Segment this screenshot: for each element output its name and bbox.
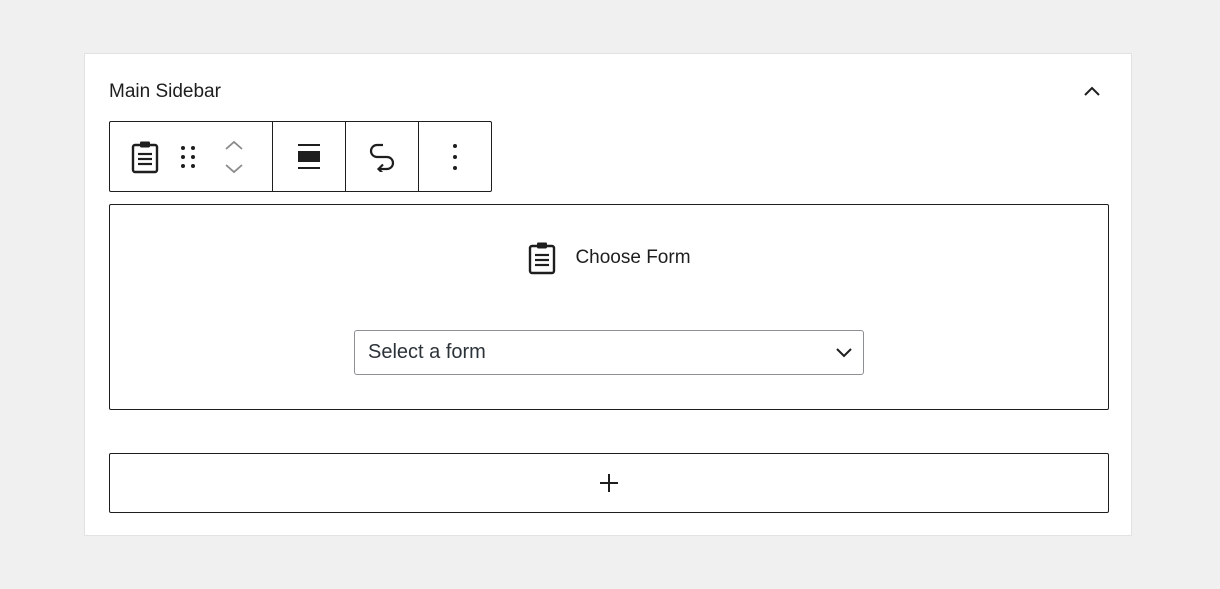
block-toolbar-group-transform [345, 122, 418, 191]
block-toolbar-group-main [110, 122, 272, 191]
drag-handle-icon [181, 145, 195, 168]
move-down-button[interactable] [222, 161, 246, 177]
form-block-heading: Choose Form [110, 241, 1108, 275]
more-options-button[interactable] [451, 143, 459, 171]
form-block[interactable]: Choose Form Select a form [109, 204, 1109, 410]
transform-arrow-icon [369, 143, 395, 172]
more-vertical-icon [452, 143, 457, 170]
drag-handle-button[interactable] [178, 142, 198, 172]
block-movers [222, 137, 246, 177]
align-button[interactable] [297, 143, 321, 171]
chevron-down-icon [836, 348, 852, 358]
panel-title: Main Sidebar [109, 81, 221, 102]
plus-icon [600, 474, 618, 492]
add-block-button[interactable] [109, 453, 1109, 513]
align-wide-icon [298, 143, 320, 169]
move-up-button[interactable] [222, 137, 246, 153]
block-toolbar [109, 121, 492, 192]
block-toolbar-group-options [418, 122, 490, 191]
block-toolbar-group-align [272, 122, 345, 191]
clipboard-form-icon [131, 141, 159, 173]
form-select-dropdown[interactable]: Select a form [354, 330, 864, 375]
form-select-value: Select a form [368, 341, 486, 363]
chevron-down-icon [225, 163, 243, 173]
collapse-panel-button[interactable] [1079, 78, 1105, 104]
transform-button[interactable] [369, 142, 395, 172]
widget-area-panel: Main Sidebar Choose Form Select a form [84, 53, 1132, 536]
clipboard-form-icon [529, 242, 556, 275]
chevron-up-icon [1084, 86, 1100, 96]
chevron-up-icon [225, 140, 243, 150]
form-block-title: Choose Form [575, 247, 691, 268]
block-type-button[interactable] [130, 140, 160, 174]
